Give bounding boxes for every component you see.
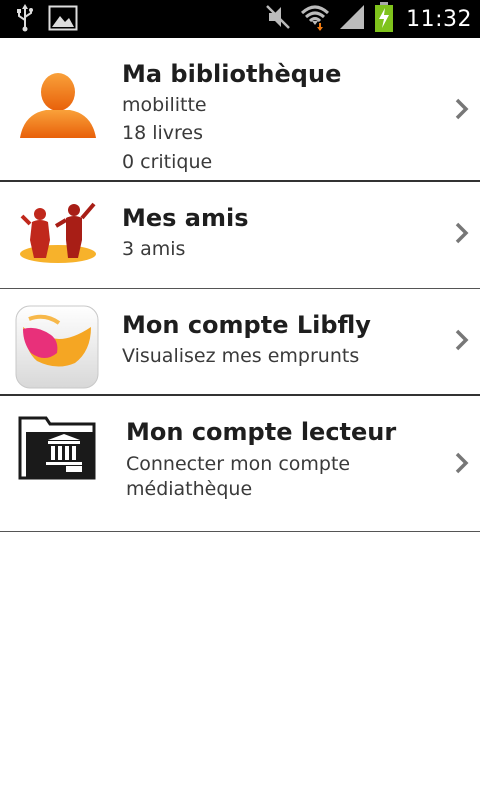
status-time: 11:32 — [406, 6, 472, 32]
signal-icon — [338, 3, 366, 35]
menu-item-title: Mes amis — [122, 204, 249, 232]
chevron-right-icon — [454, 98, 470, 120]
menu-item-subtitle: Visualisez mes emprunts — [122, 345, 360, 367]
menu-item-mon-compte-lecteur[interactable]: Mon compte lecteur Connecter mon compte … — [0, 396, 480, 532]
battery-charging-icon — [374, 2, 394, 36]
wifi-icon — [300, 3, 330, 35]
menu-item-subtitle: mobilitte — [122, 94, 207, 116]
mute-icon — [264, 3, 292, 35]
user-avatar-icon — [16, 66, 100, 154]
menu-item-title: Mon compte lecteur — [126, 418, 397, 446]
status-bar-left — [14, 4, 78, 36]
libfly-app-icon — [15, 305, 99, 393]
menu-item-subtitle: Connecter mon compte — [126, 453, 351, 475]
image-notification-icon — [48, 5, 78, 35]
chevron-right-icon — [454, 452, 470, 474]
main-menu-list: Ma bibliothèque mobilitte 18 livres 0 cr… — [0, 38, 480, 532]
friends-icon — [16, 196, 100, 270]
status-bar: 11:32 — [0, 0, 480, 38]
menu-item-title: Ma bibliothèque — [122, 60, 342, 88]
chevron-right-icon — [454, 329, 470, 351]
menu-item-mon-compte-libfly[interactable]: Mon compte Libfly Visualisez mes emprunt… — [0, 289, 480, 396]
usb-icon — [14, 4, 36, 36]
menu-item-subtitle: 0 critique — [122, 151, 213, 173]
menu-item-subtitle: 18 livres — [122, 122, 204, 144]
menu-item-mes-amis[interactable]: Mes amis 3 amis — [0, 182, 480, 289]
menu-item-title: Mon compte Libfly — [122, 311, 371, 339]
library-folder-icon — [18, 414, 98, 484]
menu-item-ma-bibliotheque[interactable]: Ma bibliothèque mobilitte 18 livres 0 cr… — [0, 38, 480, 182]
chevron-right-icon — [454, 222, 470, 244]
menu-item-subtitle: 3 amis — [122, 238, 186, 260]
menu-item-subtitle: médiathèque — [126, 478, 253, 500]
status-bar-right: 11:32 — [264, 0, 472, 38]
